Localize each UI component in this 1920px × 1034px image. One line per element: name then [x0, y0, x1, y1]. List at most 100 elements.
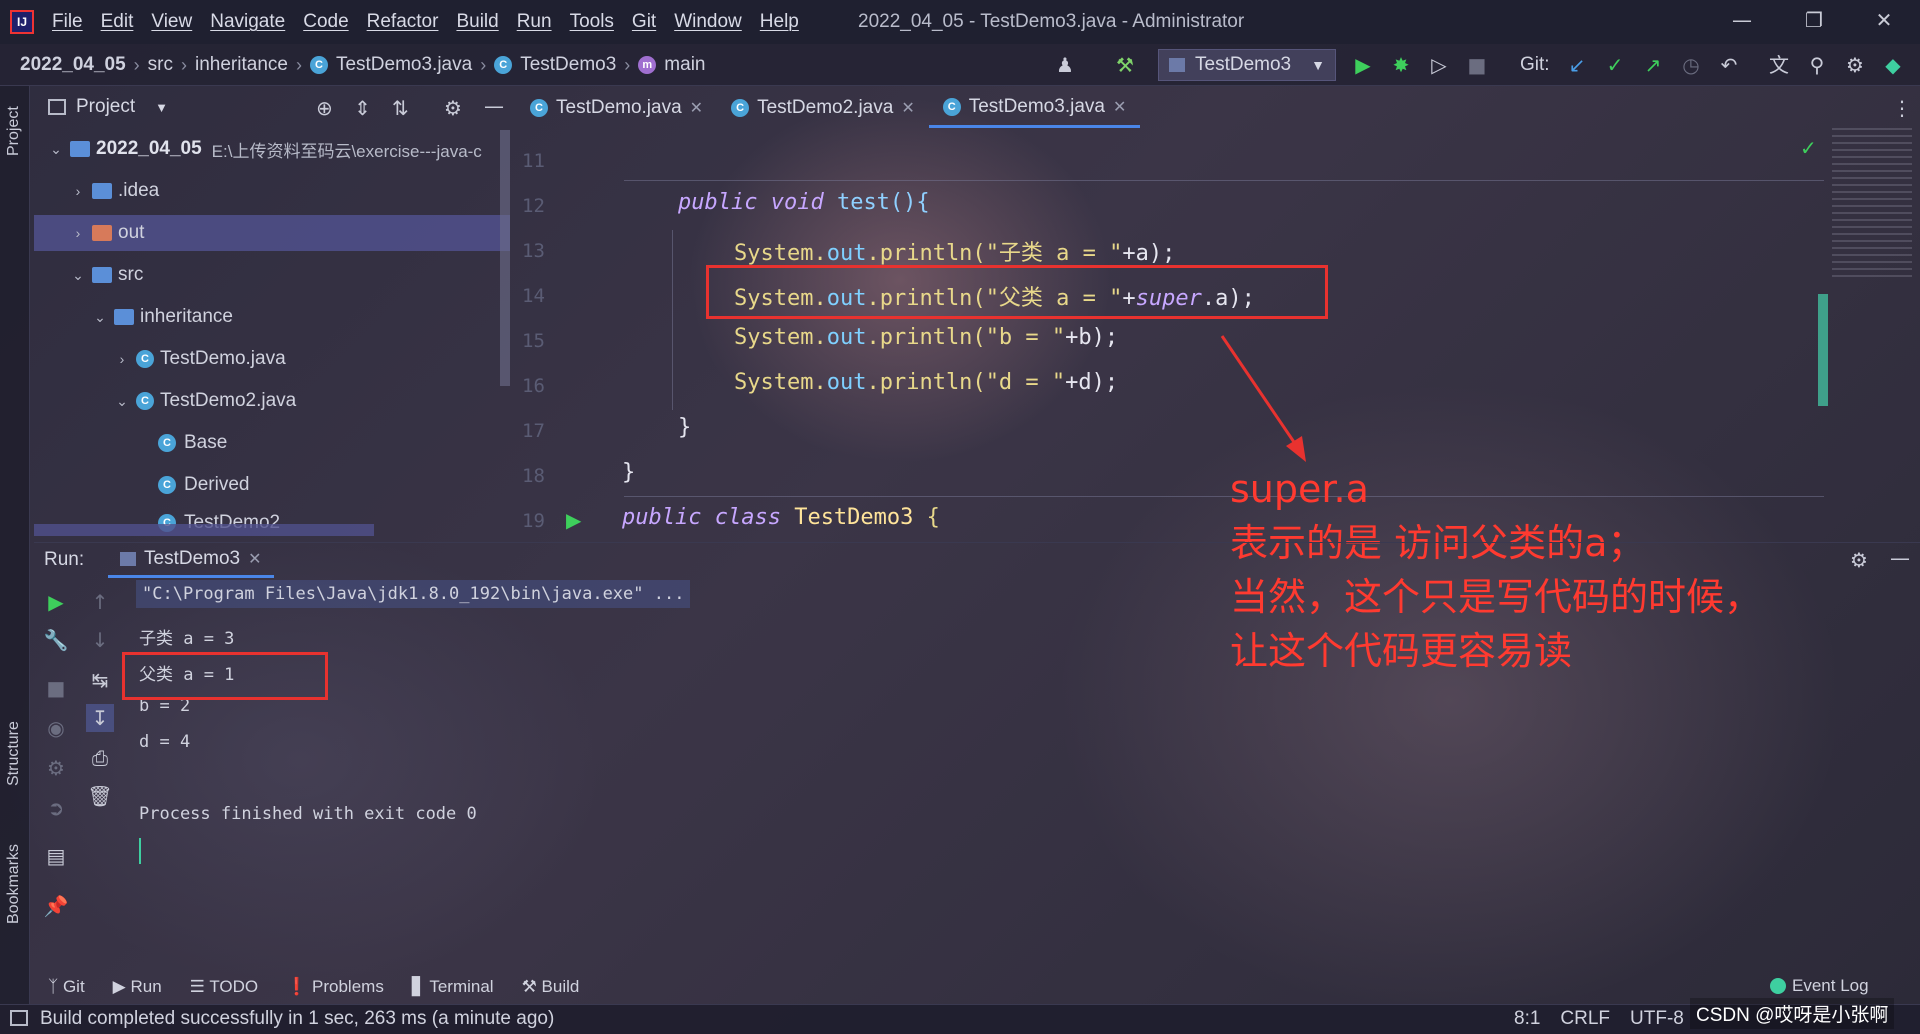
- code-line-17[interactable]: }: [678, 415, 691, 440]
- rollback-icon[interactable]: ↶: [1716, 52, 1742, 78]
- tool-git[interactable]: ᛉ Git: [48, 977, 85, 997]
- tree-item-base[interactable]: C Base: [34, 425, 510, 461]
- menu-edit[interactable]: Edit: [101, 11, 134, 33]
- run-gutter-icon[interactable]: ▶: [566, 508, 581, 532]
- layout-icon[interactable]: ▤: [42, 842, 70, 870]
- structure-tool-button[interactable]: Structure: [5, 721, 23, 786]
- expand-all-icon[interactable]: ⇕: [354, 96, 371, 120]
- wrench-icon[interactable]: 🔧: [42, 626, 70, 654]
- soft-wrap-icon[interactable]: ↹: [86, 666, 114, 694]
- down-arrow-icon[interactable]: ↓: [86, 626, 114, 654]
- debug-bug-icon[interactable]: ✸: [1388, 52, 1414, 78]
- status-message[interactable]: Build completed successfully in 1 sec, 2…: [40, 1008, 554, 1030]
- bookmarks-tool-button[interactable]: Bookmarks: [5, 844, 23, 924]
- breadcrumb-src[interactable]: src: [148, 54, 173, 76]
- collapse-all-icon[interactable]: ⇅: [392, 96, 409, 120]
- tool-problems[interactable]: ❗ Problems: [286, 977, 384, 997]
- camera-icon[interactable]: ◉: [42, 714, 70, 742]
- menu-code[interactable]: Code: [303, 11, 348, 33]
- git-update-icon[interactable]: ↙: [1564, 52, 1590, 78]
- code-line-16[interactable]: System.out.println("d = "+d);: [734, 370, 1118, 395]
- menu-file[interactable]: File: [52, 11, 83, 33]
- close-tab-icon[interactable]: ✕: [690, 98, 703, 118]
- up-arrow-icon[interactable]: ↑: [86, 588, 114, 616]
- horizontal-scrollbar[interactable]: [34, 524, 374, 536]
- menu-refactor[interactable]: Refactor: [367, 11, 439, 33]
- caret-position[interactable]: 8:1: [1514, 1008, 1540, 1030]
- close-tab-icon[interactable]: ✕: [1113, 97, 1126, 117]
- minimize-icon[interactable]: —: [1722, 8, 1762, 36]
- code-line-13[interactable]: System.out.println("子类 a = "+a);: [734, 235, 1175, 267]
- restore-icon[interactable]: ❐: [1794, 8, 1834, 36]
- tab-run-testdemo3[interactable]: TestDemo3 ✕: [108, 542, 274, 578]
- tab-testdemo2[interactable]: C TestDemo2.java ✕: [717, 88, 929, 128]
- close-tab-icon[interactable]: ✕: [901, 98, 914, 118]
- run-configuration-select[interactable]: TestDemo3 ▼: [1158, 49, 1336, 81]
- git-commit-icon[interactable]: ✓: [1602, 52, 1628, 78]
- console-command-line[interactable]: "C:\Program Files\Java\jdk1.8.0_192\bin\…: [136, 580, 691, 608]
- code-line-12[interactable]: public void test(){: [678, 190, 930, 215]
- menu-run[interactable]: Run: [517, 11, 552, 33]
- user-icon[interactable]: ♟: [1052, 52, 1078, 78]
- tree-item-project-root[interactable]: ⌄ 2022_04_05 E:\上传资料至码云\exercise---java-…: [34, 131, 510, 167]
- build-hammer-icon[interactable]: ⚒: [1112, 52, 1138, 78]
- menu-git[interactable]: Git: [632, 11, 656, 33]
- breadcrumb-file[interactable]: TestDemo3.java: [336, 54, 472, 76]
- menu-window[interactable]: Window: [674, 11, 742, 33]
- menu-view[interactable]: View: [151, 11, 192, 33]
- tree-item-testdemo[interactable]: › C TestDemo.java: [34, 341, 510, 377]
- close-icon[interactable]: ✕: [1864, 8, 1904, 36]
- editor-scroll-thumb[interactable]: [1818, 294, 1828, 406]
- hide-panel-icon[interactable]: —: [484, 94, 504, 118]
- stop-icon[interactable]: ■: [1464, 52, 1490, 78]
- code-line-15[interactable]: System.out.println("b = "+b);: [734, 325, 1118, 350]
- print-icon[interactable]: ⎙: [86, 744, 114, 772]
- tree-item-out[interactable]: › out: [34, 215, 510, 251]
- project-panel-header[interactable]: Project ▼: [48, 96, 168, 118]
- project-tool-button[interactable]: Project: [5, 106, 23, 156]
- history-icon[interactable]: ◷: [1678, 52, 1704, 78]
- tree-item-testdemo2[interactable]: ⌄ C TestDemo2.java: [34, 383, 510, 419]
- tool-event-log[interactable]: Event Log: [1770, 976, 1869, 996]
- menu-build[interactable]: Build: [456, 11, 498, 33]
- tool-windows-toggle-icon[interactable]: [10, 1010, 28, 1026]
- code-minimap[interactable]: [1832, 128, 1912, 278]
- search-icon[interactable]: ⚲: [1804, 52, 1830, 78]
- scroll-to-end-icon[interactable]: ↧: [86, 704, 114, 732]
- breadcrumb-method[interactable]: main: [664, 54, 705, 76]
- locate-file-icon[interactable]: ⊕: [316, 96, 333, 120]
- tool-run[interactable]: ▶ Run: [113, 977, 162, 997]
- run-icon[interactable]: ▶: [1350, 52, 1376, 78]
- close-tab-icon[interactable]: ✕: [248, 549, 261, 569]
- file-encoding[interactable]: UTF-8: [1630, 1008, 1684, 1030]
- code-line-18[interactable]: }: [622, 460, 635, 485]
- settings-cog-icon[interactable]: ⚙: [42, 754, 70, 782]
- no-problems-check-icon[interactable]: ✓: [1800, 136, 1817, 160]
- menu-tools[interactable]: Tools: [570, 11, 614, 33]
- menu-navigate[interactable]: Navigate: [210, 11, 285, 33]
- pin-icon[interactable]: 📌: [42, 892, 70, 920]
- translate-icon[interactable]: 文: [1766, 52, 1792, 78]
- line-separator[interactable]: CRLF: [1560, 1008, 1610, 1030]
- tool-terminal[interactable]: ▋ Terminal: [412, 977, 494, 997]
- menu-help[interactable]: Help: [760, 11, 799, 33]
- tab-testdemo[interactable]: C TestDemo.java ✕: [516, 88, 717, 128]
- code-line-19[interactable]: public class TestDemo3 {: [622, 505, 940, 530]
- vertical-scrollbar[interactable]: [500, 130, 510, 386]
- gear-icon[interactable]: ⚙: [1842, 52, 1868, 78]
- tree-item-idea[interactable]: › .idea: [34, 173, 510, 209]
- chevron-down-icon[interactable]: ▼: [155, 100, 168, 115]
- tool-todo[interactable]: ☰ TODO: [190, 977, 258, 997]
- stop-icon[interactable]: ■: [42, 674, 70, 702]
- git-push-icon[interactable]: ↗: [1640, 52, 1666, 78]
- trash-icon[interactable]: 🗑: [86, 782, 114, 810]
- jetbrains-toolbox-icon[interactable]: ◆: [1880, 52, 1906, 78]
- gear-icon[interactable]: ⚙: [1850, 548, 1868, 572]
- breadcrumb-class[interactable]: TestDemo3: [520, 54, 616, 76]
- breadcrumb-project[interactable]: 2022_04_05: [20, 54, 126, 76]
- more-options-icon[interactable]: ⋮: [1892, 96, 1912, 120]
- tree-item-inheritance[interactable]: ⌄ inheritance: [34, 299, 510, 335]
- tree-item-derived[interactable]: C Derived: [34, 467, 510, 503]
- coverage-icon[interactable]: ▷: [1426, 52, 1452, 78]
- exit-icon[interactable]: ➲: [42, 794, 70, 822]
